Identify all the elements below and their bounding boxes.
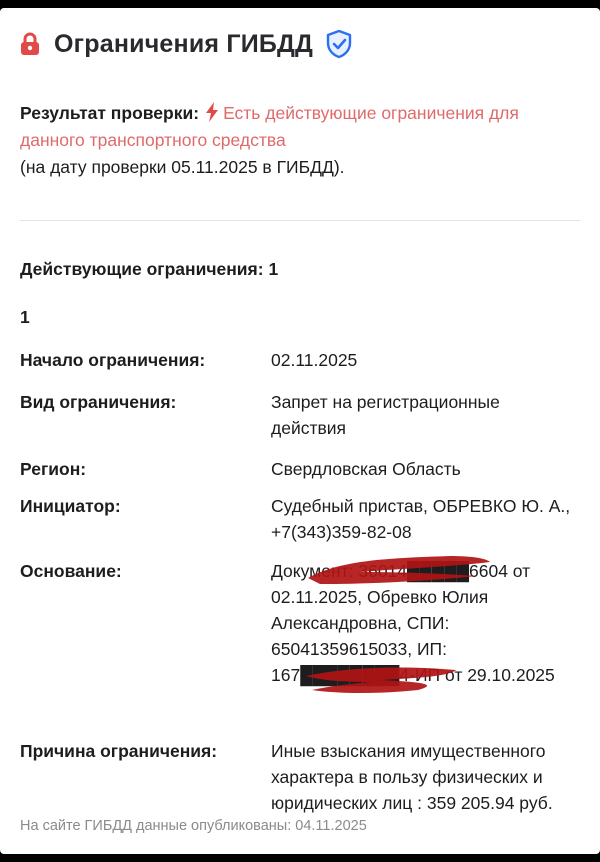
field-start-date: Начало ограничения: 02.11.2025 <box>20 347 580 373</box>
field-initiator: Инициатор: Судебный пристав, ОБРЕВКО Ю. … <box>20 493 580 545</box>
field-key: Начало ограничения: <box>20 350 206 370</box>
field-key: Регион: <box>20 459 87 479</box>
result-label: Результат проверки: <box>20 103 200 123</box>
field-reason: Причина ограничения: Иные взыскания имущ… <box>20 738 580 816</box>
published-note: На сайте ГИБДД данные опубликованы: 04.1… <box>20 818 367 834</box>
field-key: Вид ограничения: <box>20 392 177 412</box>
header: Ограничения ГИБДД <box>20 26 353 62</box>
restriction-index: 1 <box>20 307 30 327</box>
lock-icon <box>21 32 39 55</box>
field-region: Регион: Свердловская Область <box>20 456 580 482</box>
field-restriction-type: Вид ограничения: Запрет на регистрационн… <box>20 389 580 441</box>
divider <box>20 220 580 221</box>
shield-check-icon <box>326 29 352 59</box>
restrictions-card: Ограничения ГИБДД Результат проверки: Ест… <box>0 8 600 854</box>
field-value: Запрет на регистрационные действия <box>271 392 500 438</box>
field-value: Иные взыскания имущественного характера … <box>271 741 553 813</box>
field-value: Свердловская Область <box>271 459 461 479</box>
field-key: Инициатор: <box>20 496 121 516</box>
check-result: Результат проверки: Есть действующие огра… <box>20 100 560 181</box>
active-restrictions-count: Действующие ограничения: 1 <box>20 259 279 279</box>
lightning-icon <box>206 102 219 122</box>
field-value: Документ: 36014█████6604 от 02.11.2025, … <box>271 561 555 685</box>
result-date-note: (на дату проверки 05.11.2025 в ГИБДД). <box>20 157 345 177</box>
field-value: 02.11.2025 <box>271 350 358 370</box>
field-value: Судебный пристав, ОБРЕВКО Ю. А., +7(343)… <box>271 496 571 542</box>
field-key: Причина ограничения: <box>20 741 218 761</box>
field-basis: Основание: Документ: 36014█████6604 от 0… <box>20 558 580 714</box>
field-key: Основание: <box>20 561 122 581</box>
page-title: Ограничения ГИБДД <box>54 29 314 58</box>
